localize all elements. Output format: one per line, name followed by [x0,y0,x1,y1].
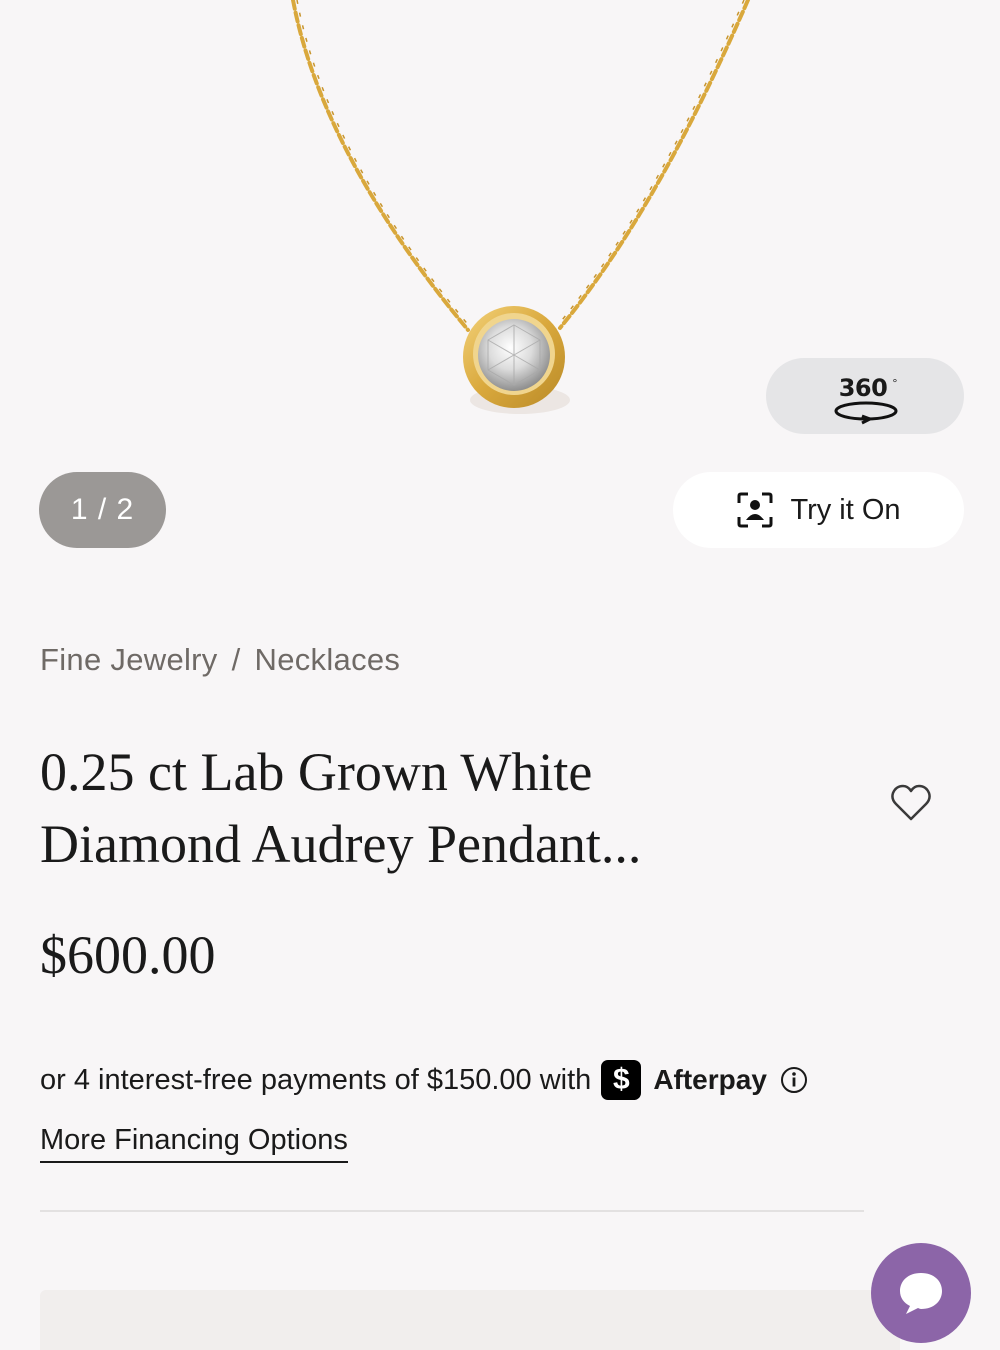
more-financing-options-link[interactable]: More Financing Options [40,1124,348,1163]
heart-icon[interactable] [890,783,932,823]
product-title-line2: Diamond Audrey Pendant... [40,814,642,874]
try-it-on-button[interactable]: Try it On [673,472,964,548]
breadcrumb-fine-jewelry[interactable]: Fine Jewelry [40,642,218,678]
breadcrumb: Fine Jewelry / Necklaces [40,642,400,678]
product-title-line1: 0.25 ct Lab Grown White [40,742,593,802]
product-title: 0.25 ct Lab Grown White Diamond Audrey P… [40,736,800,880]
try-it-on-label: Try it On [790,493,901,526]
face-scan-icon [737,492,773,528]
product-price: $600.00 [40,925,216,985]
afterpay-name: Afterpay [653,1064,767,1095]
breadcrumb-necklaces[interactable]: Necklaces [255,642,401,678]
section-divider [40,1210,864,1212]
info-icon[interactable] [779,1065,809,1095]
view-360-degree: ° [892,376,898,390]
afterpay-row: or 4 interest-free payments of $150.00 w… [40,1058,809,1102]
product-gallery[interactable]: 360 ° 1 / 2 Try it On [0,0,1000,580]
afterpay-text: or 4 interest-free payments of $150.00 w… [40,1063,592,1096]
image-counter: 1 / 2 [39,472,166,548]
chat-bubble-icon [900,1273,942,1314]
next-section-panel [40,1290,900,1350]
chat-button[interactable] [871,1243,971,1343]
rotate-360-icon [834,401,898,425]
afterpay-logo: $ [601,1060,642,1100]
breadcrumb-separator: / [231,642,241,677]
